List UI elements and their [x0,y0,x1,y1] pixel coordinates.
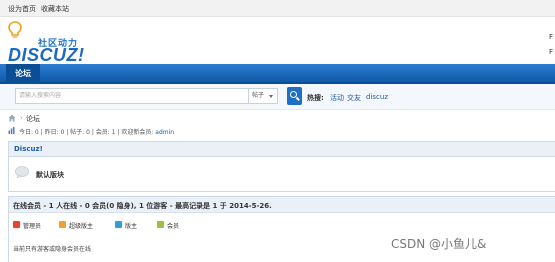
board-name[interactable]: 默认版块 [36,170,64,180]
search-input[interactable]: 请输入搜索内容 [15,88,249,104]
site-header: 社区动力 DISCUZ! F F [0,17,555,65]
member-icon [157,221,164,228]
online-members: 在线会员 - 1 人在线 - 0 会员(0 隐身), 1 位游客 - 最高记录是… [8,196,555,262]
bookmark-link[interactable]: 收藏本站 [41,4,69,14]
search-bar: 请输入搜索内容 帖子 热搜: 活动 交友 discuz [0,84,555,110]
hot-link-activity[interactable]: 活动 [330,93,344,103]
legend-label: 管理员 [23,223,42,230]
online-summary[interactable]: 在线会员 - 1 人在线 - 0 会员(0 隐身), 1 位游客 - 最高记录是… [13,201,272,211]
hot-link-friends[interactable]: 交友 [347,93,361,103]
hot-link-discuz[interactable]: discuz [366,93,388,101]
breadcrumb-separator: › [20,114,23,122]
super-moderator-icon [59,221,66,228]
admin-icon [13,221,20,228]
header-edge-text: F [548,33,553,41]
header-edge-text: F [548,48,553,56]
legend-label: 版主 [125,223,138,230]
category-header: Discuz! [9,142,555,157]
chevron-down-icon [269,95,273,98]
home-icon[interactable] [8,114,16,122]
legend-label: 会员 [167,223,180,230]
stats-chart-icon [8,127,15,134]
breadcrumb-current[interactable]: 论坛 [26,114,40,124]
legend-label: 超级版主 [69,223,94,230]
search-icon-handle [296,96,300,101]
moderator-icon [115,221,122,228]
new-member-link[interactable]: admin [155,129,174,136]
search-button[interactable] [287,87,302,105]
hot-search-label: 热搜: [307,94,324,102]
brand-wordmark: DISCUZ! [8,45,85,65]
lightbulb-icon [8,21,22,38]
main-nav: 论坛 [0,64,555,84]
set-homepage-link[interactable]: 设为首页 [8,4,36,14]
site-logo[interactable]: 社区动力 DISCUZ! [8,21,88,65]
csdn-watermark: CSDN @小鱼儿& [391,237,487,251]
category-title[interactable]: Discuz! [14,145,43,153]
speech-bubble-icon [15,166,29,178]
online-header: 在线会员 - 1 人在线 - 0 会员(0 隐身), 1 位游客 - 最高记录是… [9,197,555,213]
top-bar: 设为首页 收藏本站 [0,0,555,17]
stats-text: 今日: 0 | 昨日: 0 | 帖子: 0 | 会员: 1 | 欢迎新会员: [19,129,156,136]
online-note: 当前只有游客或隐身会员在线 [13,246,92,253]
nav-tab-forum[interactable]: 论坛 [6,64,40,84]
search-type-select[interactable]: 帖子 [249,88,278,104]
forum-category: Discuz! 默认版块 [8,141,555,192]
stats-text-wrap: 今日: 0 | 昨日: 0 | 帖子: 0 | 会员: 1 | 欢迎新会员: a… [19,127,174,136]
search-type-value: 帖子 [252,92,265,99]
